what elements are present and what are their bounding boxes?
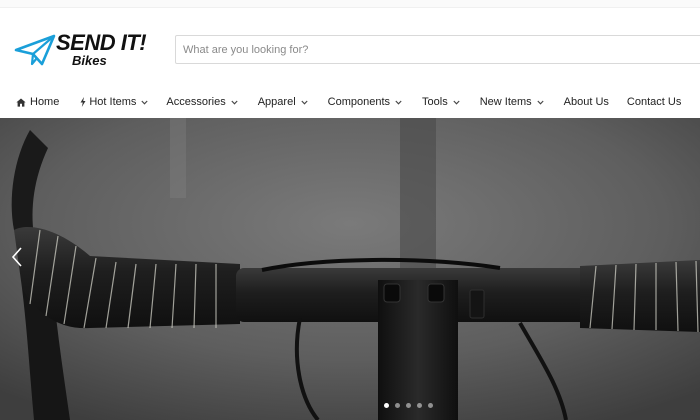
brand-subtitle: Bikes [72, 53, 107, 68]
chevron-left-icon[interactable] [9, 246, 25, 268]
nav-item-components-label: Components [327, 96, 391, 108]
nav-item-about-us-label: About Us [563, 96, 609, 108]
paper-plane-icon [14, 34, 56, 66]
nav-item-contact-us-label: Contact Us [626, 96, 682, 108]
nav-item-apparel[interactable]: Apparel [258, 96, 308, 108]
home-icon [16, 98, 26, 107]
chevron-down-icon [453, 100, 460, 105]
nav-item-accessories[interactable]: Accessories [166, 96, 238, 108]
carousel-dot[interactable] [395, 403, 400, 408]
nav-item-new-items-label: New Items [479, 96, 532, 108]
nav-item-components[interactable]: Components [328, 96, 402, 108]
nav-item-about-us[interactable]: About Us [564, 96, 609, 108]
search-input[interactable] [176, 36, 700, 63]
hero-carousel [0, 118, 700, 420]
carousel-dot[interactable] [384, 403, 389, 408]
top-strip [0, 0, 700, 8]
carousel-dot[interactable] [417, 403, 422, 408]
nav-item-home-label: Home [30, 96, 60, 108]
search-box [175, 35, 700, 64]
nav-item-hot-items[interactable]: Hot Items [80, 96, 149, 108]
chevron-down-icon [141, 100, 149, 105]
carousel-pagination [384, 403, 433, 408]
carousel-dot[interactable] [428, 403, 433, 408]
nav-item-hot-items-label: Hot Items [89, 96, 137, 108]
site-header: SEND IT! Bikes [0, 8, 700, 86]
nav-item-contact-us[interactable]: Contact Us [627, 96, 681, 108]
chevron-down-icon [231, 100, 238, 105]
nav-item-home[interactable]: Home [16, 96, 59, 108]
nav-item-tools-label: Tools [422, 96, 448, 108]
carousel-dot[interactable] [406, 403, 411, 408]
nav-item-new-items[interactable]: New Items [480, 96, 544, 108]
chevron-down-icon [301, 100, 308, 105]
chevron-down-icon [537, 100, 544, 105]
hero-image [0, 118, 700, 420]
nav-item-apparel-label: Apparel [257, 96, 296, 108]
bolt-icon [80, 97, 86, 107]
chevron-down-icon [395, 100, 402, 105]
site-logo[interactable]: SEND IT! Bikes [14, 30, 164, 76]
nav-item-accessories-label: Accessories [166, 96, 226, 108]
nav-item-tools[interactable]: Tools [422, 96, 460, 108]
main-nav: Home Hot Items Accessories Apparel Compo… [0, 86, 700, 118]
